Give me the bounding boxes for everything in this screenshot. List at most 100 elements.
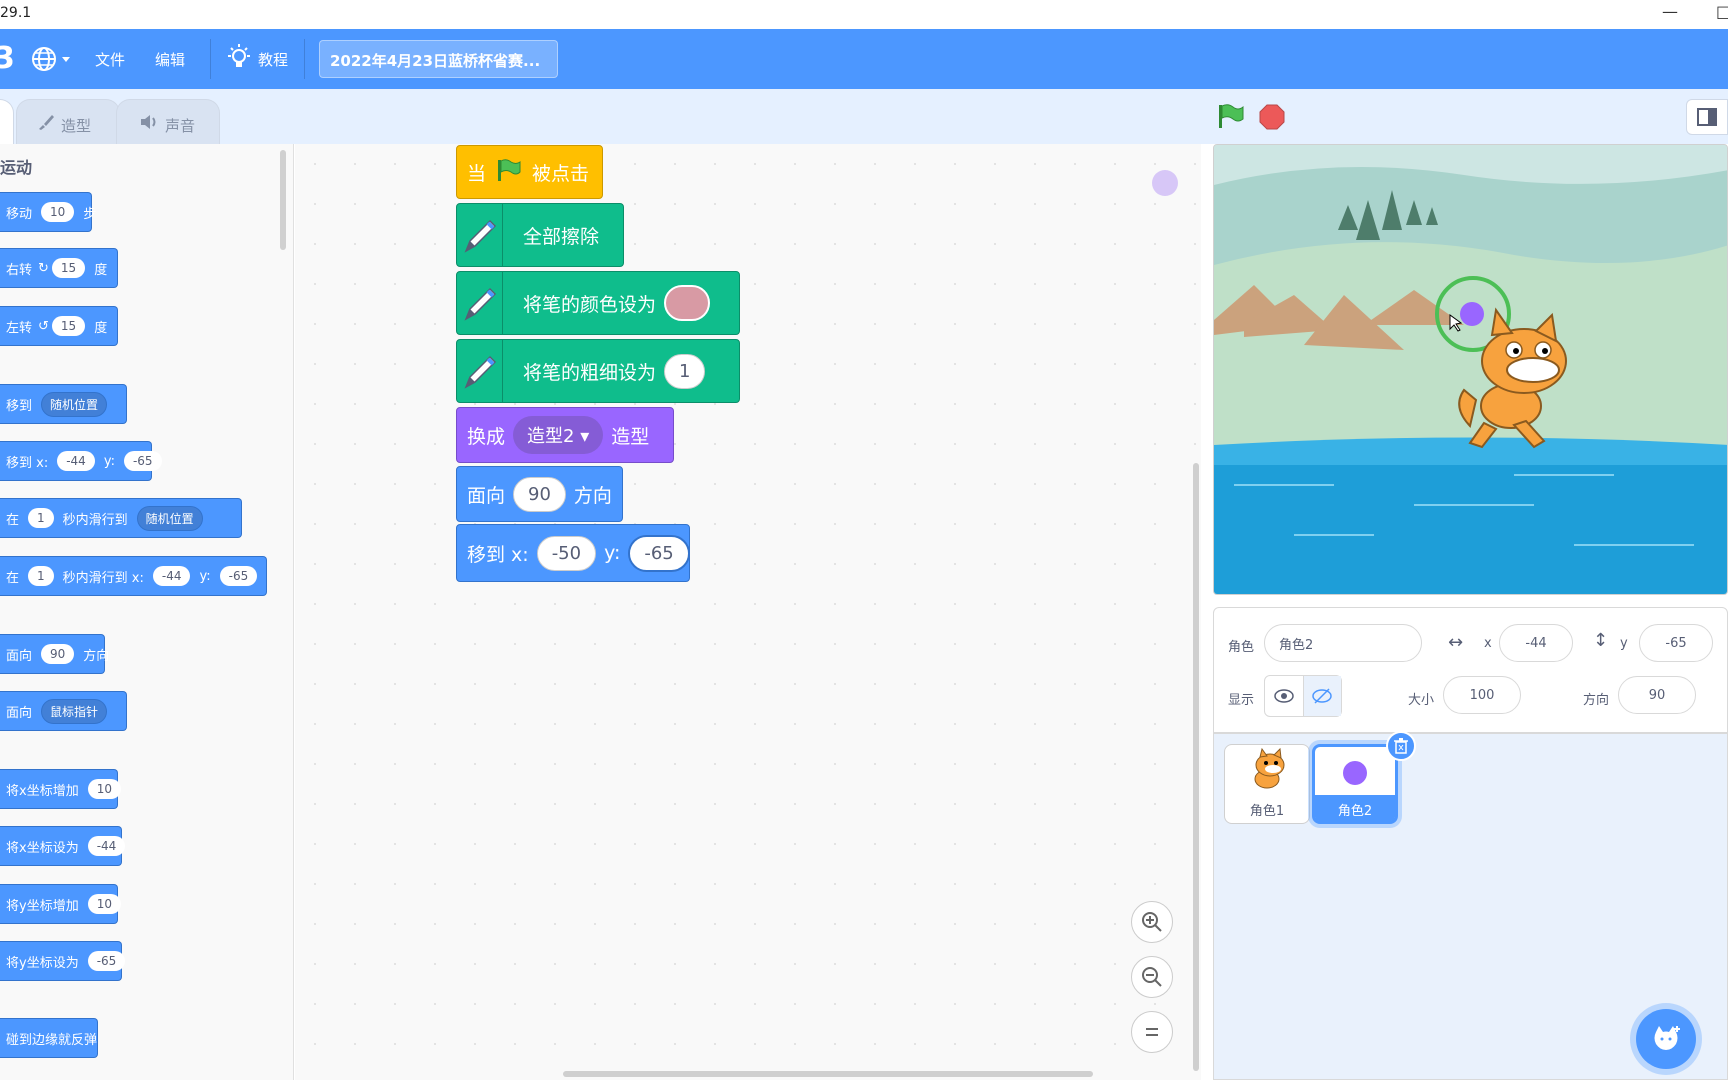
block-set-x[interactable]: 将x坐标设为 -44 [0, 826, 126, 866]
green-flag-icon [1219, 104, 1244, 128]
block-point-direction[interactable]: 面向 90 方向 [0, 634, 109, 674]
hide-button[interactable] [1303, 676, 1341, 716]
y-label: y [1620, 636, 1628, 651]
set-pen-color-block[interactable]: 将笔的颜色设为 [456, 271, 740, 335]
palette-scrollbar[interactable] [280, 150, 286, 250]
rotate-left-icon: ↺ [38, 318, 49, 334]
pen-size-input[interactable]: 1 [664, 353, 706, 389]
visibility-toggle [1264, 675, 1342, 717]
size-input[interactable]: 100 [1443, 676, 1521, 714]
goto-xy-block[interactable]: 移到 x: -50 y: -65 [456, 524, 690, 582]
zoom-in-icon [1142, 912, 1162, 932]
y-position-input[interactable]: -65 [1639, 624, 1713, 662]
set-pen-size-block[interactable]: 将笔的粗细设为 1 [456, 339, 740, 403]
script-area[interactable]: 当 被点击 全部擦除 将笔的颜色设为 将笔的粗细设为 1 换成 造型2 ▾ 造型 [295, 144, 1201, 1080]
point-direction-block[interactable]: 面向 90 方向 [456, 466, 623, 522]
show-button[interactable] [1265, 676, 1304, 716]
purple-dot-thumbnail [1343, 761, 1367, 785]
maximize-button[interactable]: □ [1716, 2, 1728, 21]
eye-slash-icon [1312, 688, 1332, 704]
trash-icon [1394, 738, 1408, 754]
sprite-name-label: 角色 [1228, 640, 1255, 655]
green-flag-button[interactable] [1217, 103, 1245, 133]
menu-separator [304, 39, 305, 79]
block-point-towards[interactable]: 面向 鼠标指针 [0, 691, 127, 731]
equals-icon [1146, 1028, 1158, 1036]
green-flag-icon [496, 158, 522, 187]
brush-icon [37, 113, 55, 135]
stage-layout-icon [1697, 108, 1717, 126]
x-input[interactable]: -50 [536, 535, 597, 571]
globe-icon [32, 47, 70, 71]
size-label: 大小 [1408, 693, 1435, 708]
tab-costumes-label: 造型 [61, 117, 92, 135]
x-position-input[interactable]: -44 [1499, 624, 1573, 662]
menu-tutorials[interactable]: 教程 [258, 49, 288, 70]
direction-input[interactable]: 90 [1618, 676, 1696, 714]
minimize-button[interactable]: — [1662, 2, 1678, 21]
caret-down-icon [62, 57, 70, 62]
block-turn-right[interactable]: 右转 ↻ 15 度 [0, 248, 118, 288]
erase-all-block[interactable]: 全部擦除 [456, 203, 624, 267]
zoom-in-button[interactable] [1131, 901, 1173, 943]
when-flag-clicked-block[interactable]: 当 被点击 [456, 145, 603, 199]
speaker-icon [139, 113, 159, 135]
pen-icon [457, 340, 503, 402]
direction-label: 方向 [1583, 693, 1610, 708]
block-change-y[interactable]: 将y坐标增加 10 [0, 884, 121, 924]
lightbulb-icon [226, 43, 252, 77]
y-arrows-icon: ↕ [1593, 630, 1609, 651]
pen-color-swatch[interactable] [664, 285, 711, 321]
zoom-reset-button[interactable] [1131, 1011, 1173, 1053]
switch-costume-block[interactable]: 换成 造型2 ▾ 造型 [456, 407, 674, 463]
stage-backdrop [1214, 145, 1727, 594]
sprite-indicator [1152, 170, 1178, 196]
menu-file[interactable]: 文件 [95, 49, 125, 70]
add-sprite-button[interactable] [1636, 1009, 1696, 1069]
costume-dropdown[interactable]: 造型2 ▾ [513, 416, 604, 454]
block-glide-xy[interactable]: 在 1 秒内滑行到 x: -44 y: -65 [0, 556, 267, 596]
stop-button[interactable] [1259, 104, 1285, 134]
small-stage-button[interactable] [1686, 99, 1728, 135]
tab-code[interactable] [0, 99, 14, 144]
menu-separator [210, 39, 211, 79]
window-titlebar: 29.1 — □ [0, 0, 1728, 29]
delete-sprite-button[interactable] [1386, 731, 1416, 761]
block-change-x[interactable]: 将x坐标增加 10 [0, 769, 121, 809]
block-turn-left[interactable]: 左转 ↺ 15 度 [0, 306, 118, 346]
blocks-palette: 运动 移动 10 步 右转 ↻ 15 度 左转 ↺ 15 度 移到 随机位置 移到 x: -44 y:… [0, 144, 294, 1080]
block-goto-xy[interactable]: 移到 x: -44 y: -65 [0, 441, 162, 481]
stage-canvas[interactable] [1213, 144, 1728, 595]
menu-edit[interactable]: 编辑 [155, 49, 185, 70]
x-arrows-icon: ↔ [1448, 632, 1464, 653]
app-version: 29.1 [0, 5, 32, 21]
block-glide-to[interactable]: 在 1 秒内滑行到 随机位置 [0, 498, 242, 538]
block-set-y[interactable]: 将y坐标设为 -65 [0, 941, 126, 981]
tab-costumes[interactable]: 造型 [16, 99, 120, 144]
show-label: 显示 [1228, 693, 1255, 708]
project-title-input[interactable]: 2022年4月23日蓝桥杯省赛... [319, 40, 558, 78]
block-bounce[interactable]: 碰到边缘就反弹 [0, 1018, 98, 1058]
pen-icon [457, 204, 503, 266]
sprite-tile-1[interactable]: 角色1 [1224, 744, 1310, 824]
block-goto[interactable]: 移到 随机位置 [0, 384, 127, 424]
x-label: x [1484, 636, 1492, 651]
cat-thumbnail [1254, 747, 1285, 789]
scratch-logo[interactable]: 3 [0, 41, 15, 76]
block-move-steps[interactable]: 移动 10 步 [0, 192, 96, 232]
language-menu[interactable] [30, 43, 74, 75]
sprite-name: 角色2 [1315, 795, 1395, 821]
tab-sounds[interactable]: 声音 [116, 99, 220, 144]
menu-bar: 3 文件 编辑 教程 2022年4月23日蓝桥杯省赛... [0, 29, 1728, 89]
sprite-tile-2[interactable]: 角色2 [1312, 744, 1398, 824]
cat-add-icon [1654, 1026, 1680, 1050]
category-title: 运动 [0, 158, 33, 177]
sprite-name-input[interactable]: 角色2 [1264, 624, 1422, 662]
stop-icon [1259, 104, 1285, 130]
zoom-out-button[interactable] [1131, 956, 1173, 998]
script-hscrollbar[interactable] [563, 1071, 1093, 1077]
y-input[interactable]: -65 [628, 534, 690, 572]
direction-input[interactable]: 90 [513, 476, 566, 512]
script-vscrollbar[interactable] [1193, 463, 1199, 1071]
zoom-out-icon [1142, 967, 1162, 987]
